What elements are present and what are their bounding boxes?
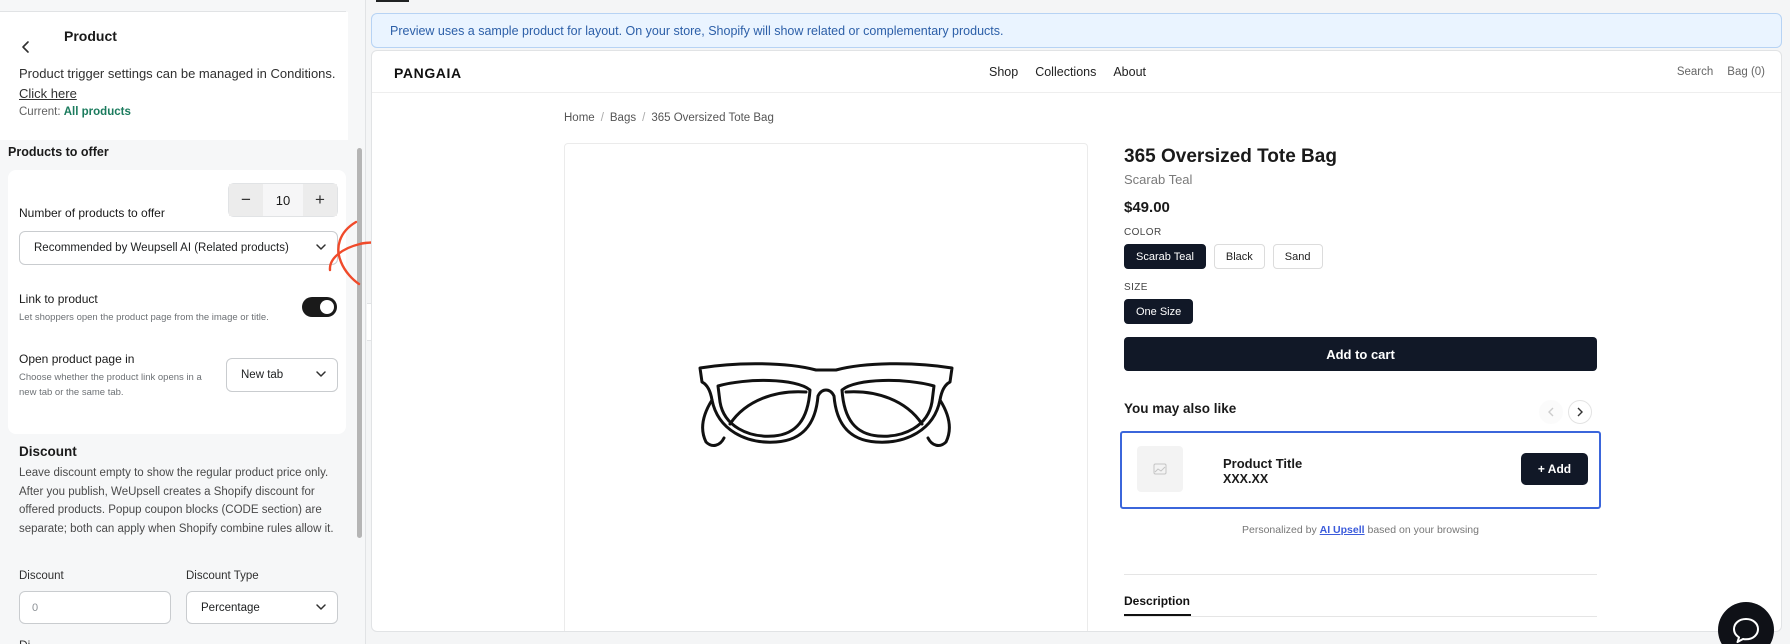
chevron-left-icon [1548, 407, 1554, 417]
nav-search[interactable]: Search [1677, 66, 1713, 78]
recommendation-source-select[interactable]: Recommended by Weupsell AI (Related prod… [19, 231, 338, 265]
recommendation-source-value: Recommended by Weupsell AI (Related prod… [34, 242, 289, 254]
open-in-value: New tab [241, 369, 284, 381]
increment-button[interactable]: + [303, 184, 337, 216]
section-title: Product [64, 28, 117, 44]
breadcrumb: Home / Bags/365 Oversized Tote Bag [564, 112, 774, 124]
store-header: PANGAIA Shop Collections About Search Ba… [372, 51, 1781, 93]
rec-add-button[interactable]: + Add [1521, 453, 1588, 485]
quantity-stepper: − 10 + [228, 183, 338, 217]
chat-bubble-icon [1733, 618, 1759, 643]
active-tab-indicator [376, 0, 409, 2]
size-option-one-size[interactable]: One Size [1124, 299, 1194, 324]
size-options: One Size [1124, 299, 1194, 324]
trigger-info: Product trigger settings can be managed … [19, 64, 339, 104]
discount-description: Leave discount empty to show the regular… [19, 467, 334, 535]
divider [1124, 574, 1597, 575]
sunglasses-image-icon [698, 362, 954, 447]
next-field-label: Di [19, 638, 30, 644]
product-variant: Scarab Teal [1124, 172, 1193, 187]
decrement-button[interactable]: − [229, 184, 263, 216]
product-price: $49.00 [1124, 199, 1170, 216]
open-in-select[interactable]: New tab [226, 358, 338, 392]
store-nav-right: Search Bag (0) [1677, 66, 1765, 78]
personalized-prefix: Personalized by [1242, 524, 1317, 536]
image-placeholder-icon [1153, 463, 1167, 475]
conditions-link[interactable]: Click here [19, 84, 339, 104]
discount-section-title: Discount [19, 444, 77, 459]
add-to-cart-button[interactable]: Add to cart [1124, 337, 1597, 371]
breadcrumb-home[interactable]: Home [564, 112, 595, 124]
discount-label: Discount [19, 570, 64, 582]
color-option-black[interactable]: Black [1213, 244, 1265, 269]
current-trigger: Current: All products [19, 106, 131, 118]
divider [1124, 616, 1597, 617]
open-product-page-label: Open product page in [19, 352, 135, 366]
link-to-product-help: Let shoppers open the product page from … [19, 312, 269, 323]
personalized-note: Personalized by AI Upsell based on your … [1124, 524, 1597, 536]
breadcrumb-bags[interactable]: Bags [610, 112, 636, 124]
breadcrumb-current: 365 Oversized Tote Bag [651, 112, 774, 124]
product-image [564, 143, 1088, 631]
toggle-knob [320, 300, 334, 314]
store-nav: Shop Collections About [989, 65, 1146, 79]
personalized-suffix: based on your browsing [1367, 524, 1480, 536]
num-products-label: Number of products to offer [19, 206, 165, 220]
link-to-product-label: Link to product [19, 292, 98, 306]
product-thumbnail [1137, 446, 1183, 492]
chevron-left-icon [22, 41, 29, 53]
settings-sidebar: Product Product trigger settings can be … [0, 0, 366, 644]
recommended-product-card[interactable]: Product Title XXX.XX + Add [1120, 431, 1601, 509]
nav-shop[interactable]: Shop [989, 65, 1018, 79]
trigger-text: Product trigger settings can be managed … [19, 66, 336, 81]
discount-input[interactable] [19, 591, 171, 624]
color-option-sand[interactable]: Sand [1272, 244, 1323, 269]
products-section-title: Products to offer [8, 145, 109, 159]
current-value: All products [63, 106, 131, 118]
nav-about[interactable]: About [1113, 65, 1146, 79]
also-like-title: You may also like [1124, 401, 1237, 416]
carousel-prev-button[interactable] [1539, 400, 1563, 424]
tab-description[interactable]: Description [1124, 594, 1190, 608]
rec-product-title: Product Title [1223, 456, 1303, 471]
back-button[interactable] [16, 36, 36, 60]
size-label: SIZE [1124, 282, 1148, 293]
product-title: 365 Oversized Tote Bag [1124, 146, 1337, 167]
nav-collections[interactable]: Collections [1035, 65, 1096, 79]
chevron-right-icon [1577, 407, 1583, 417]
link-to-product-toggle[interactable] [302, 297, 337, 317]
store-preview: PANGAIA Shop Collections About Search Ba… [371, 50, 1782, 632]
chevron-down-icon [316, 371, 326, 377]
discount-type-label: Discount Type [186, 570, 259, 582]
color-option-scarab-teal[interactable]: Scarab Teal [1124, 244, 1206, 269]
store-logo[interactable]: PANGAIA [394, 65, 462, 81]
rec-product-price: XXX.XX [1223, 472, 1269, 486]
discount-type-select[interactable]: Percentage [186, 591, 338, 624]
sidebar-scrollbar[interactable] [357, 148, 362, 538]
open-product-page-help: Choose whether the product link opens in… [19, 372, 202, 398]
current-label: Current: [19, 106, 61, 118]
carousel-next-button[interactable] [1568, 400, 1592, 424]
color-label: COLOR [1124, 227, 1162, 238]
nav-bag[interactable]: Bag (0) [1727, 66, 1765, 78]
preview-info-banner: Preview uses a sample product for layout… [371, 13, 1782, 48]
quantity-value[interactable]: 10 [263, 184, 303, 216]
ai-upsell-link[interactable]: AI Upsell [1320, 524, 1365, 536]
chevron-down-icon [316, 604, 326, 610]
color-options: Scarab Teal Black Sand [1124, 244, 1323, 269]
discount-type-value: Percentage [201, 601, 260, 614]
